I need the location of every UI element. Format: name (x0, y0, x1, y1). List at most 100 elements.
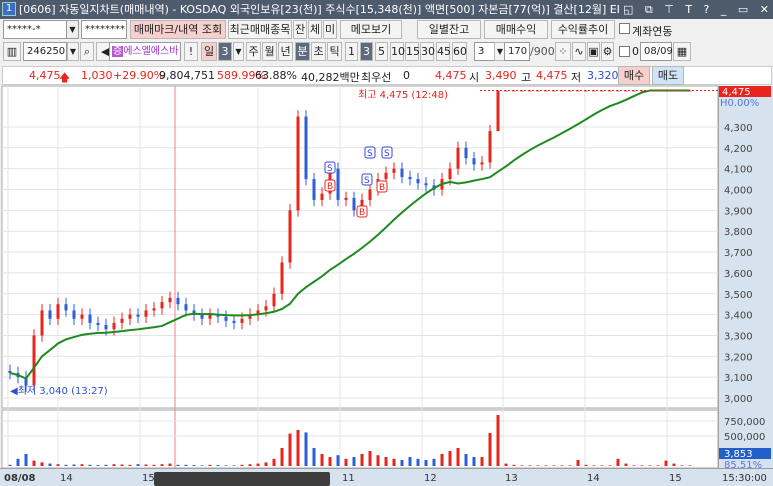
volume-bar (136, 464, 140, 466)
candle (208, 314, 212, 319)
price-tick: 3,000 (724, 394, 753, 405)
candle (176, 297, 180, 305)
volume-bar (680, 465, 684, 466)
volume-bar (600, 465, 604, 466)
volume-bar (96, 465, 100, 466)
volume-pane (1, 409, 719, 469)
candle (312, 179, 316, 200)
volume-bar (248, 464, 252, 466)
volume-bar (80, 464, 84, 466)
volume-bar (480, 457, 484, 466)
volume-bar (368, 451, 372, 466)
volume-bar (224, 465, 228, 466)
candle (56, 304, 60, 319)
candle (288, 210, 292, 263)
x-tick: 08/08 (4, 473, 36, 484)
volume-bar (464, 454, 468, 466)
volume-tick: 750,000 (724, 417, 765, 428)
volume-bar (24, 454, 28, 466)
volume-bar (456, 448, 460, 466)
volume-bar (488, 433, 492, 466)
volume-bar (192, 465, 196, 466)
volume-bar (352, 457, 356, 466)
volume-bar (208, 464, 212, 466)
volume-bar (504, 463, 508, 466)
volume-bar (648, 465, 652, 466)
candlestick-chart[interactable]: 4,300 4,200 4,100 4,000 3,900 3,800 3,700 3,600… (0, 0, 773, 486)
volume-bar (168, 463, 172, 466)
volume-bar (584, 464, 588, 466)
candle (280, 262, 284, 294)
price-tick: 3,200 (724, 352, 753, 363)
volume-bar (144, 464, 148, 466)
buy-marker-label: B (379, 183, 385, 193)
candle (96, 322, 100, 326)
volume-bar (664, 460, 668, 466)
volume-bar (232, 465, 236, 466)
x-tick: 15 (669, 473, 682, 484)
volume-bar (544, 465, 548, 466)
volume-bar (640, 465, 644, 466)
price-tick: 4,200 (724, 144, 753, 155)
candle (112, 322, 116, 330)
volume-bar (200, 465, 204, 466)
volume-bar (8, 464, 12, 466)
candle (48, 310, 52, 319)
candle (424, 183, 428, 186)
volume-bar (552, 465, 556, 466)
candle (272, 293, 276, 307)
volume-bar (272, 458, 276, 466)
candle (304, 116, 308, 180)
volume-bar (512, 464, 516, 466)
volume-bar (520, 465, 524, 466)
price-tick: 3,100 (724, 373, 753, 384)
price-tick: 3,500 (724, 290, 753, 301)
volume-bar (32, 460, 36, 466)
volume-bar (472, 457, 476, 466)
volume-bar (320, 454, 324, 466)
x-tick: 13 (505, 473, 518, 484)
candle (144, 310, 148, 317)
x-tick: 12 (424, 473, 437, 484)
candle (416, 179, 420, 184)
volume-bar (392, 458, 396, 466)
price-tick: 3,700 (724, 248, 753, 259)
volume-pct: 85.51% (724, 460, 762, 471)
volume-bar (608, 465, 612, 466)
candle (224, 316, 228, 321)
candle (448, 168, 452, 180)
last-price: 4,475 (722, 87, 751, 98)
candle (104, 325, 108, 330)
price-tick: 3,600 (724, 269, 753, 280)
volume-bar (240, 464, 244, 466)
last-pct: H0.00% (720, 98, 759, 109)
volume-bar (408, 457, 412, 466)
candle (160, 302, 164, 309)
low-annotation: ◀최저 3,040 (13:27) (10, 385, 108, 397)
price-tick: 4,100 (724, 165, 753, 176)
candle (336, 168, 340, 200)
candle (136, 314, 140, 317)
volume-bar (360, 454, 364, 466)
buy-marker-label: B (359, 208, 365, 218)
volume-bar (528, 465, 532, 466)
x-tick: 14 (587, 473, 600, 484)
volume-bar (416, 458, 420, 466)
volume-bar (64, 464, 68, 466)
volume-bar (656, 465, 660, 466)
volume-bar (448, 451, 452, 466)
volume-bar (88, 464, 92, 466)
candle (320, 193, 324, 200)
volume-bar (672, 463, 676, 466)
volume-bar (576, 460, 580, 466)
volume-bar (56, 464, 60, 466)
volume-bar (336, 455, 340, 466)
volume-bar (536, 465, 540, 466)
candle (408, 176, 412, 180)
volume-bar (424, 460, 428, 466)
candle (64, 304, 68, 311)
volume-last: 3,853 (724, 449, 753, 460)
price-tick: 3,900 (724, 206, 753, 217)
volume-bar (216, 465, 220, 466)
candle (464, 147, 468, 159)
